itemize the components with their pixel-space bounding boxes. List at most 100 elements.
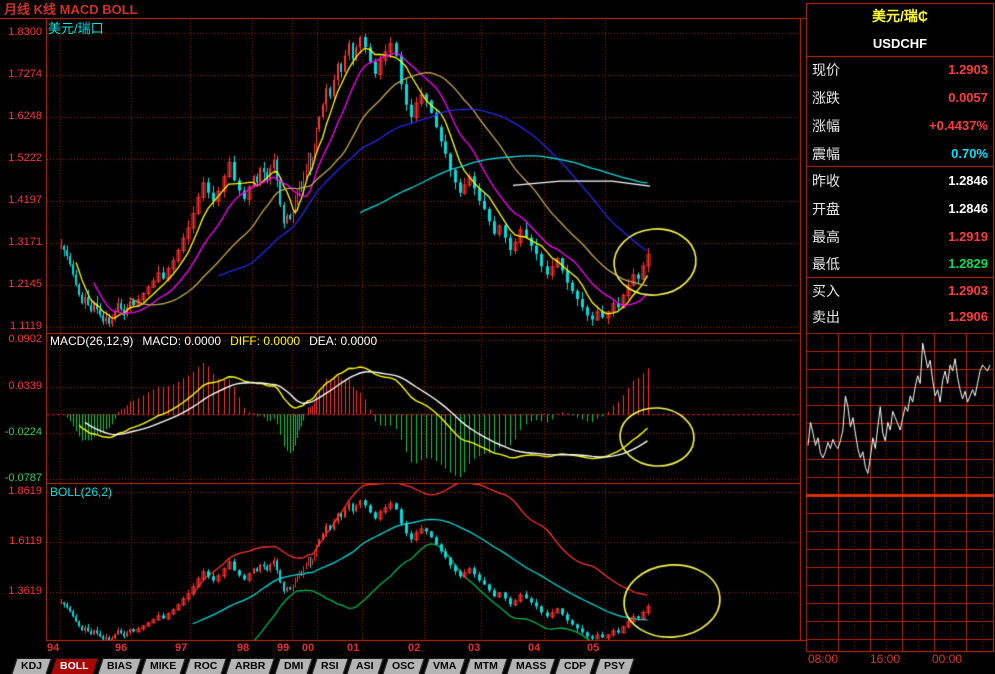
quote-label: 昨收 <box>812 173 840 189</box>
sidebar-symbol-code: USDCHF <box>872 36 928 51</box>
tab-label: MTM <box>474 660 498 672</box>
symbol-label: 美元/瑞口 <box>48 21 104 36</box>
quote-label: 现价 <box>812 62 840 78</box>
indicator-tab-bar: KDJ BOLL BIAS MIKE ROC ARBR DMI RSI ASI OSC VMA MTM… <box>0 656 805 674</box>
x-axis-tick: 03 <box>468 642 481 654</box>
tab-label: ARBR <box>235 660 266 672</box>
quote-value: +0.4437% <box>929 118 988 133</box>
tabs-wrap: KDJ BOLL BIAS MIKE ROC ARBR DMI RSI ASI OSC VMA MTM… <box>11 656 636 674</box>
tab-cdp[interactable]: CDP <box>554 658 597 674</box>
x-axis-tick: 02 <box>408 642 421 654</box>
quote-label: 最低 <box>812 256 840 272</box>
macd-indicator-header: MACD(26,12,9) MACD: 0.0000 DIFF: 0.0000 DEA… <box>50 335 386 347</box>
tab-asi[interactable]: ASI <box>346 658 384 674</box>
x-axis-tick: 00 <box>302 642 315 654</box>
quote-label: 开盘 <box>812 201 840 217</box>
tab-roc[interactable]: ROC <box>184 658 228 674</box>
tab-label: ASI <box>356 660 374 672</box>
quote-row: 涨幅 +0.4437% <box>812 116 988 136</box>
x-axis-tick: 04 <box>528 642 541 654</box>
quote-value: 1.2919 <box>948 229 988 244</box>
x-axis-tick: 97 <box>175 642 188 654</box>
quote-value: 1.2846 <box>948 173 988 188</box>
x-axis-tick: 05 <box>587 642 600 654</box>
y-axis-tick: 1.8619 <box>8 485 42 497</box>
y-axis-tick: 1.6119 <box>9 535 42 547</box>
tab-mtm[interactable]: MTM <box>464 658 508 674</box>
tab-label: OSC <box>391 660 415 672</box>
tab-mass[interactable]: MASS <box>506 658 557 674</box>
y-axis-tick: 1.2145 <box>8 278 42 290</box>
quote-row: 买入 1.2903 <box>812 281 988 301</box>
quote-label: 震幅 <box>812 146 840 162</box>
y-axis-tick: 1.7274 <box>8 68 42 80</box>
x-axis-tick: 94 <box>47 642 60 654</box>
y-axis-tick: 1.5222 <box>8 152 42 164</box>
y-axis-tick: 1.6248 <box>8 110 42 122</box>
tab-label: BIAS <box>106 660 132 672</box>
tab-label: RSI <box>320 660 339 672</box>
y-axis-tick: 1.8300 <box>8 26 42 38</box>
tab-label: VMA <box>432 660 457 672</box>
quote-label: 涨幅 <box>812 118 840 134</box>
x-axis-tick: 99 <box>277 642 290 654</box>
tab-label: KDJ <box>21 660 43 672</box>
tab-label: DMI <box>283 660 303 672</box>
tab-label: MIKE <box>149 660 176 672</box>
quote-row: 最高 1.2919 <box>812 227 988 247</box>
quote-label: 买入 <box>812 283 840 299</box>
y-axis-tick: 1.4197 <box>8 194 42 206</box>
y-axis-tick: 1.1119 <box>9 320 42 332</box>
tab-label: MASS <box>515 660 547 672</box>
tab-label: BOLL <box>60 660 89 672</box>
quote-value: 0.70% <box>951 146 988 161</box>
y-axis-tick: 0.0902 <box>8 333 42 345</box>
quote-value: 1.2846 <box>948 201 988 216</box>
quote-row: 卖出 1.2906 <box>812 307 988 327</box>
app: 月线 K线 MACD BOLL 美元/瑞口 MACD(26,12,9) MACD:… <box>0 0 995 674</box>
x-axis-tick: 98 <box>237 642 250 654</box>
tab-bias[interactable]: BIAS <box>96 658 142 674</box>
x-axis-tick: 96 <box>115 642 128 654</box>
boll-indicator-header: BOLL(26,2) <box>50 485 113 499</box>
tab-kdj[interactable]: KDJ <box>11 658 52 674</box>
tab-dmi[interactable]: DMI <box>273 658 313 674</box>
y-axis-tick: 1.3619 <box>8 585 42 597</box>
quote-row: 昨收 1.2846 <box>812 171 988 191</box>
tab-vma[interactable]: VMA <box>422 658 466 674</box>
tab-label: CDP <box>564 660 587 672</box>
quote-value: 1.2903 <box>948 283 988 298</box>
dea-value: DEA: 0.0000 <box>309 334 378 348</box>
tab-mike[interactable]: MIKE <box>139 658 186 674</box>
tab-osc[interactable]: OSC <box>382 658 425 674</box>
quote-row: 涨跌 0.0057 <box>812 88 988 108</box>
quote-label: 涨跌 <box>812 90 840 106</box>
quote-row: 最低 1.2829 <box>812 254 988 274</box>
sidebar-symbol-title: 美元/瑞₵ <box>872 8 928 24</box>
quote-label: 卖出 <box>812 309 840 325</box>
diff-value: DIFF: 0.0000 <box>230 334 301 348</box>
tab-label: ROC <box>193 660 218 672</box>
quote-label: 最高 <box>812 229 840 245</box>
tab-arbr[interactable]: ARBR <box>225 658 276 674</box>
time-axis-label: 00:00 <box>932 652 963 666</box>
y-axis-tick: 1.3171 <box>8 236 42 248</box>
y-axis-tick: 0.0339 <box>8 380 42 392</box>
time-axis-label: 16:00 <box>870 652 901 666</box>
time-axis-label: 08:00 <box>808 652 839 666</box>
x-axis-tick: 01 <box>347 642 360 654</box>
tab-label: PSY <box>604 660 626 672</box>
tab-psy[interactable]: PSY <box>594 658 636 674</box>
macd-name: MACD(26,12,9) <box>50 334 134 348</box>
quote-value: 0.0057 <box>948 90 988 105</box>
y-axis-tick: -0.0224 <box>4 426 42 438</box>
tab-boll[interactable]: BOLL <box>50 658 99 674</box>
quote-row: 开盘 1.2846 <box>812 199 988 219</box>
quote-value: 1.2903 <box>948 62 988 77</box>
page-title: 月线 K线 MACD BOLL <box>4 2 138 17</box>
quote-row: 现价 1.2903 <box>812 60 988 80</box>
quote-row: 震幅 0.70% <box>812 144 988 164</box>
tab-rsi[interactable]: RSI <box>311 658 349 674</box>
quote-value: 1.2829 <box>948 256 988 271</box>
quote-value: 1.2906 <box>948 309 988 324</box>
